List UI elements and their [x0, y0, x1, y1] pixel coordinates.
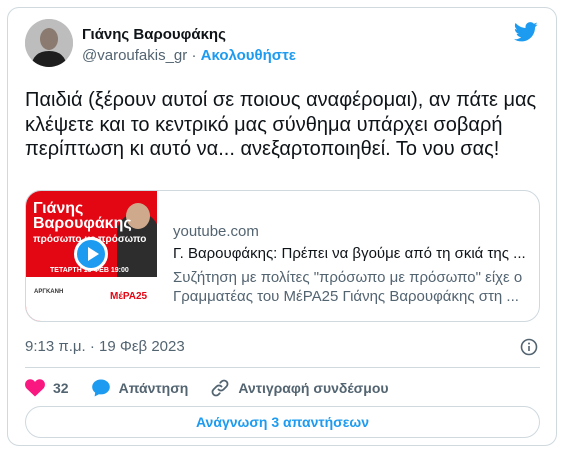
like-button[interactable]: 32	[25, 379, 69, 397]
copy-link-label: Αντιγραφή συνδέσμου	[238, 380, 389, 396]
link-icon	[211, 379, 229, 397]
avatar[interactable]	[25, 19, 73, 67]
divider	[25, 367, 540, 368]
heart-icon	[25, 379, 45, 397]
author-handle-line: @varoufakis_gr · Ακολουθήστε	[82, 47, 296, 64]
thumbnail-party-logo: ΜέΡΑ25	[110, 291, 148, 302]
reply-bubble-icon	[91, 379, 110, 397]
author-handle[interactable]: @varoufakis_gr	[82, 47, 187, 64]
reply-label: Απάντηση	[118, 380, 189, 396]
likes-count: 32	[53, 380, 69, 396]
play-icon[interactable]	[74, 237, 108, 271]
twitter-logo-icon[interactable]	[514, 22, 538, 42]
read-replies-button[interactable]: Ανάγνωση 3 απαντήσεων	[25, 406, 540, 438]
info-icon[interactable]	[520, 338, 538, 356]
thumbnail-venue: ΑΡΓΚΑΝΗ	[34, 289, 64, 295]
video-thumbnail[interactable]: Γιάνης Βαρουφάκης πρόσωπο με πρόσωπο ΤΕΤ…	[26, 191, 157, 321]
reply-button[interactable]: Απάντηση	[91, 378, 189, 398]
link-domain: youtube.com	[173, 223, 259, 240]
tweet-timestamp[interactable]: 9:13 π.μ. · 19 Φεβ 2023	[25, 338, 185, 355]
thumbnail-title: Γιάνης Βαρουφάκης	[33, 200, 132, 232]
tweet-card: Γιάνης Βαρουφάκης @varoufakis_gr · Ακολο…	[7, 7, 557, 446]
tweet-text: Παιδιά (ξέρουν αυτοί σε ποιους αναφέρομα…	[25, 89, 537, 160]
action-bar: 32 Απάντηση Αντιγραφή συνδέσμου	[25, 378, 411, 398]
copy-link-button[interactable]: Αντιγραφή συνδέσμου	[210, 378, 389, 398]
separator-dot: ·	[191, 47, 197, 64]
author-name[interactable]: Γιάνης Βαρουφάκης	[82, 26, 226, 43]
link-preview-card[interactable]: Γιάνης Βαρουφάκης πρόσωπο με πρόσωπο ΤΕΤ…	[25, 190, 540, 322]
link-description: Συζήτηση με πολίτες "πρόσωπο με πρόσωπο"…	[173, 269, 523, 305]
follow-button[interactable]: Ακολουθήστε	[201, 47, 296, 64]
avatar-photo-icon	[25, 19, 73, 67]
link-title: Γ. Βαρουφάκης: Πρέπει να βγούμε από τη σ…	[173, 245, 526, 262]
